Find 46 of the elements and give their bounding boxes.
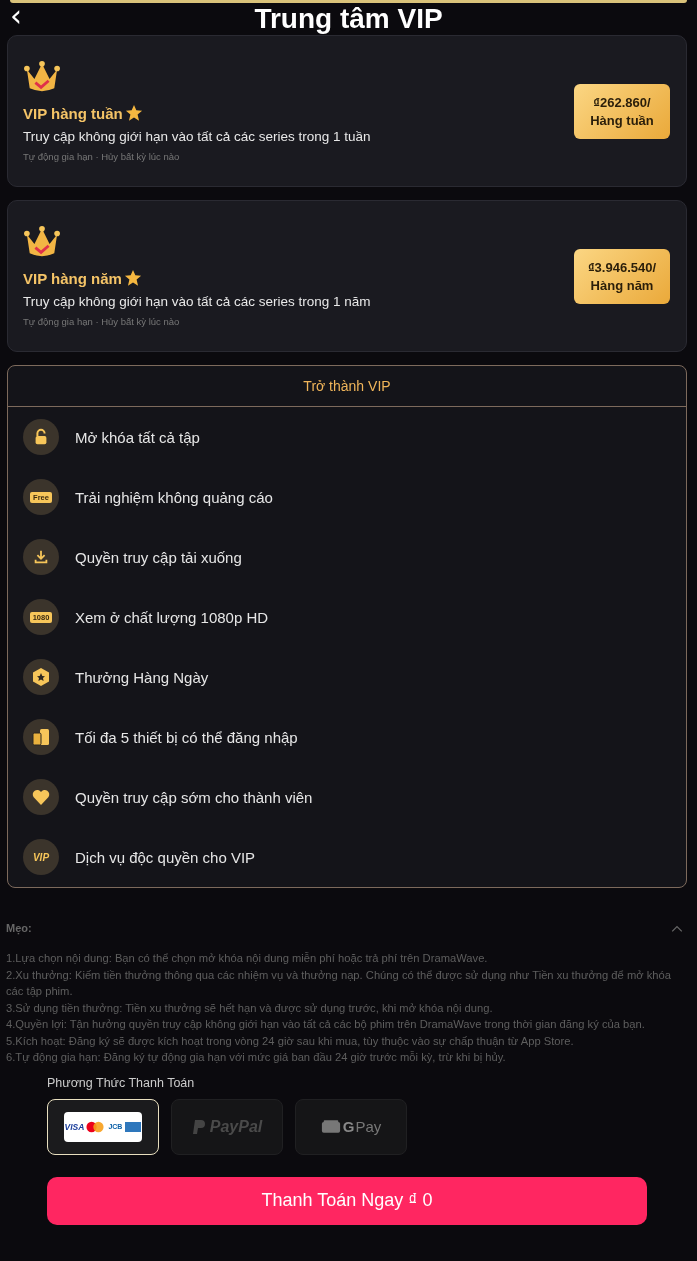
card-logo-icon xyxy=(125,1121,142,1132)
crown-icon xyxy=(23,225,61,259)
tip-text: 5.Kích hoạt: Đăng ký sẽ được kích hoạt trong vòng 24 giờ sau khi mua, tùy thuộc vào sự chấp thuận từ App Store. xyxy=(6,1033,575,1049)
plan-title: VIP hàng năm xyxy=(23,269,122,287)
benefit-label: Xem ở chất lượng 1080p HD xyxy=(75,608,269,626)
benefit-label: Thưởng Hàng Ngày xyxy=(75,668,209,686)
card-brand-label: VISA xyxy=(64,1121,85,1132)
benefits-title: Trở thành VIP xyxy=(8,366,686,407)
plan-note: Tự động gia hạn · Hủy bất kỳ lúc nào xyxy=(23,316,180,327)
unlock-icon xyxy=(23,419,59,455)
tip-text: 6.Tự động gia hạn: Đăng ký tự động gia hạn với mức giá ban đầu 24 giờ trước mỗi kỳ, trừ khi bị hủy. xyxy=(6,1050,507,1065)
page-title: Trung tâm VIP xyxy=(254,3,443,35)
star-icon xyxy=(123,269,142,287)
benefit-label: Quyền truy cập tải xuống xyxy=(75,548,242,566)
star-icon xyxy=(124,104,143,122)
star-badge-icon xyxy=(23,659,59,695)
paypal-icon xyxy=(191,1118,206,1135)
tip-text: 2.Xu thưởng: Kiếm tiền thưởng thông qua các nhiệm vụ và thưởng nạp. Chúng có thể được sử dụng như Tiền xu thưởng để mở khóa các tập phim. xyxy=(6,967,672,999)
plan-description: Truy cập không giới hạn vào tất cả các series trong 1 tuần xyxy=(23,129,371,144)
devices-icon xyxy=(23,719,59,755)
wallet-icon xyxy=(320,1119,341,1134)
vip-icon: VIP xyxy=(23,839,59,875)
benefit-label: Dịch vụ độc quyền cho VIP xyxy=(75,848,256,866)
plan-note: Tự động gia hạn · Hủy bất kỳ lúc nào xyxy=(23,151,180,162)
benefit-label: Mở khóa tất cả tập xyxy=(75,428,200,446)
plan-title: VIP hàng tuần xyxy=(23,104,123,122)
benefit-label: Tối đa 5 thiết bị có thể đăng nhập xyxy=(75,728,298,746)
benefit-label: Quyền truy cập sớm cho thành viên xyxy=(75,788,313,806)
price-button[interactable]: ₫262.860/ Hàng tuần xyxy=(574,83,670,139)
plan-description: Truy cập không giới hạn vào tất cả các series trong 1 năm xyxy=(23,294,371,309)
pay-now-button[interactable]: Thanh Toán Ngay ₫ 0 xyxy=(47,1176,647,1225)
plan-card[interactable]: VIP hàng tuần Truy cập không giới hạn vào tất cả các series trong 1 tuần Tự động gia hạn · Hủy bất kỳ lúc nào ₫262.860/ Hàng tuần xyxy=(7,35,687,187)
tip-text: 1.Lựa chọn nội dung: Bạn có thể chọn mở khóa nội dung miễn phí hoặc trả phí trên DramaWave. xyxy=(6,951,489,966)
download-icon xyxy=(23,539,59,575)
crown-icon xyxy=(23,60,61,94)
back-button[interactable]: ‹ xyxy=(6,1,26,31)
tip-text: 3.Sử dụng tiền thưởng: Tiền xu thưởng sẽ hết hạn và được sử dụng trước, khi mở khóa nội dung. xyxy=(6,1000,494,1016)
tip-text: 4.Quyền lợi: Tận hưởng quyền truy cập không giới hạn vào tất cả các bộ phim trên DramaWave trong thời gian đăng ký của bạn. xyxy=(6,1017,646,1032)
chevron-icon xyxy=(671,924,683,933)
gpay-method-button[interactable]: GPay xyxy=(295,1098,407,1155)
plan-card[interactable]: VIP hàng năm Truy cập không giới hạn vào tất cả các series trong 1 năm Tự động gia hạn · Hủy bất kỳ lúc nào ₫3.946.540/ Hàng năm xyxy=(7,200,687,352)
tips-title: Mẹo: xyxy=(6,922,32,934)
payment-title: Phương Thức Thanh Toán xyxy=(47,1075,196,1090)
mastercard-icon xyxy=(85,1120,106,1133)
price-button[interactable]: ₫3.946.540/ Hàng năm xyxy=(574,248,670,304)
benefit-label: Trải nghiệm không quảng cáo xyxy=(75,488,273,506)
